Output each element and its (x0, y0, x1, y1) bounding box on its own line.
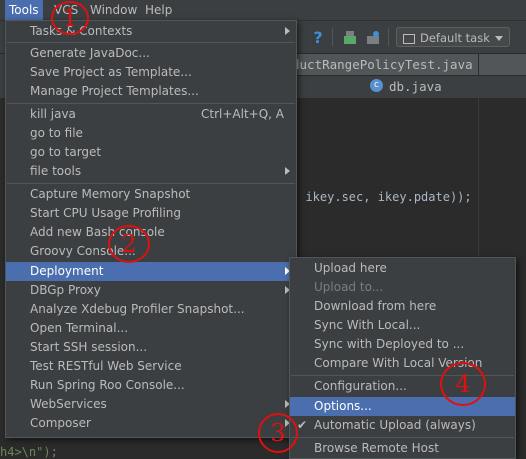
menu-item-go-to-file[interactable]: go to file (6, 124, 296, 143)
menu-item-manage-project-templates[interactable]: Manage Project Templates... (6, 82, 296, 101)
submenu-arrow-icon (285, 27, 290, 35)
menu-separator (291, 437, 514, 438)
menu-item-groovy-console[interactable]: Groovy Console... (6, 242, 296, 261)
code-line: , ikey.sec, ikey.pdate)); (291, 190, 472, 204)
menu-item-capture-memory-snapshot[interactable]: Capture Memory Snapshot (6, 185, 296, 204)
deploy-upload-icon[interactable] (340, 27, 360, 47)
menu-item-go-to-target[interactable]: go to target (6, 143, 296, 162)
task-combo[interactable]: Default task (396, 27, 510, 47)
menu-item-start-cpu-profiling[interactable]: Start CPU Usage Profiling (6, 204, 296, 223)
help-icon[interactable]: ? (308, 27, 328, 47)
toolbar-divider (388, 28, 389, 46)
menu-window[interactable]: Window (86, 0, 141, 20)
class-icon: c (370, 79, 383, 92)
menu-item-generate-javadoc[interactable]: Generate JavaDoc... (6, 44, 296, 63)
tab-db-java[interactable]: db.java (389, 76, 442, 97)
menu-item-dbgp-proxy[interactable]: DBGp Proxy (6, 281, 296, 300)
menu-item-options[interactable]: Options... (290, 397, 515, 416)
menu-item-test-restful[interactable]: Test RESTful Web Service (6, 357, 296, 376)
submenu-arrow-icon (285, 167, 290, 175)
menu-help[interactable]: Help (141, 0, 176, 20)
menu-item-kill-java[interactable]: kill java Ctrl+Alt+Q, A (6, 105, 296, 124)
menu-item-save-project-template[interactable]: Save Project as Template... (6, 63, 296, 82)
annotation-3: 3 (258, 413, 298, 453)
menu-item-automatic-upload[interactable]: ✔ Automatic Upload (always) (290, 416, 515, 435)
checkmark-icon: ✔ (297, 418, 308, 432)
deployment-submenu: Upload here Upload to... Download from h… (289, 257, 516, 459)
menu-item-sync-with-deployed[interactable]: Sync with Deployed to ... (290, 335, 515, 354)
menu-item-open-terminal[interactable]: Open Terminal... (6, 319, 296, 338)
shortcut-text: Ctrl+Alt+Q, A (201, 107, 284, 121)
toolbar-divider (332, 28, 333, 46)
task-combo-label: Default task (420, 31, 490, 45)
menu-item-download-from-here[interactable]: Download from here (290, 297, 515, 316)
menu-separator (7, 183, 295, 184)
task-icon (403, 33, 415, 44)
menu-item-upload-here[interactable]: Upload here (290, 259, 515, 278)
menu-item-sync-with-local[interactable]: Sync With Local... (290, 316, 515, 335)
menu-separator (7, 42, 295, 43)
menu-item-file-tools[interactable]: file tools (6, 162, 296, 181)
menu-separator (7, 103, 295, 104)
menu-item-add-bash-console[interactable]: Add new Bash console (6, 223, 296, 242)
deploy-settings-icon[interactable] (363, 27, 383, 47)
tab-divider (478, 54, 479, 75)
annotation-1: 1 (51, 1, 89, 35)
tools-menu: Tasks & Contexts Generate JavaDoc... Sav… (5, 20, 297, 438)
chevron-down-icon (495, 36, 503, 41)
menu-item-analyze-xdebug[interactable]: Analyze Xdebug Profiler Snapshot... (6, 300, 296, 319)
menu-item-deployment[interactable]: Deployment (6, 262, 296, 281)
menu-item-upload-to[interactable]: Upload to... (290, 278, 515, 297)
annotation-4: 4 (440, 362, 486, 406)
menu-item-browse-remote-host[interactable]: Browse Remote Host (290, 439, 515, 458)
annotation-2: 2 (108, 225, 150, 263)
menu-item-run-spring-roo[interactable]: Run Spring Roo Console... (6, 376, 296, 395)
menu-tools[interactable]: Tools (5, 0, 43, 20)
tab-test-file[interactable]: ductRangePolicyTest.java (292, 54, 473, 75)
menu-item-start-ssh-session[interactable]: Start SSH session... (6, 338, 296, 357)
menu-item-webservices[interactable]: WebServices (6, 395, 296, 414)
menu-item-tasks-contexts[interactable]: Tasks & Contexts (6, 22, 296, 41)
menu-item-composer[interactable]: Composer (6, 414, 296, 433)
